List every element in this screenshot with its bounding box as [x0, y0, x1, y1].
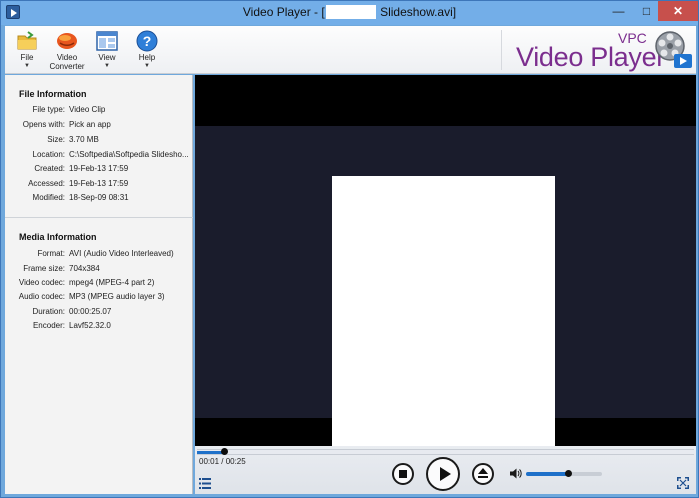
info-label: Created:: [34, 164, 65, 173]
brand-name: Video Player: [516, 42, 666, 72]
help-menu-label: Help: [138, 53, 156, 62]
info-value: MP3 (MPEG audio layer 3): [69, 292, 165, 301]
title-bar[interactable]: Video Player - [ Slideshow.avi] — □ ✕: [1, 1, 698, 25]
info-value: Video Clip: [69, 105, 106, 114]
title-prefix: Video Player - [: [242, 5, 325, 19]
video-frame: [195, 126, 696, 450]
help-menu-button[interactable]: ? Help ▼: [127, 28, 167, 72]
toolbar-separator: [501, 30, 502, 70]
video-converter-label: Video Converter: [49, 53, 85, 71]
converter-icon: [57, 33, 77, 49]
info-row: Created: 19-Feb-13 17:59: [5, 164, 193, 178]
view-menu-label: View: [98, 53, 116, 62]
info-row: Format: AVI (Audio Video Interleaved): [5, 249, 193, 263]
redacted-name: [325, 5, 376, 19]
info-label: Duration:: [32, 307, 65, 316]
folder-icon: [17, 31, 37, 50]
info-value: 3.70 MB: [69, 135, 99, 144]
info-label: Modified:: [32, 193, 65, 202]
media-info-title: Media Information: [19, 232, 97, 242]
chevron-down-icon: ▼: [144, 63, 150, 69]
info-label: Accessed:: [28, 179, 65, 188]
info-row: Duration: 00:00:25.07: [5, 307, 193, 321]
info-label: Format:: [37, 249, 65, 258]
file-menu-label: File: [20, 53, 34, 62]
file-menu-button[interactable]: File ▼: [7, 28, 47, 72]
info-label: Size:: [47, 135, 65, 144]
volume-icon[interactable]: [510, 468, 522, 479]
divider: [5, 217, 193, 218]
eject-icon: [478, 468, 488, 474]
info-label: File type:: [32, 105, 65, 114]
info-row: File type: Video Clip: [5, 105, 193, 119]
seek-bar[interactable]: [197, 448, 694, 455]
playback-controls: 00:01 / 00:25: [195, 446, 696, 494]
svg-text:?: ?: [143, 33, 152, 49]
video-display[interactable]: [195, 75, 696, 450]
info-value: Lavf52.32.0: [69, 321, 111, 330]
info-value: 00:00:25.07: [69, 307, 112, 316]
video-content: [332, 176, 555, 450]
info-label: Location:: [32, 150, 65, 159]
info-label: Encoder:: [32, 321, 65, 330]
volume-thumb[interactable]: [564, 470, 572, 477]
file-info-title: File Information: [19, 89, 87, 99]
info-panel: File Information File type: Video Clip O…: [5, 75, 193, 494]
view-icon: [96, 31, 118, 51]
info-label: Audio codec:: [18, 292, 65, 301]
volume-slider[interactable]: [526, 470, 602, 477]
info-row: Size: 3.70 MB: [5, 135, 193, 149]
minimize-button[interactable]: —: [605, 1, 632, 21]
chevron-down-icon: ▼: [24, 63, 30, 69]
info-label: Video codec:: [18, 278, 65, 287]
info-value: 19-Feb-13 17:59: [69, 179, 129, 188]
info-value: mpeg4 (MPEG-4 part 2): [69, 278, 155, 287]
info-row: Location: C:\Softpedia\Softpedia Slidesh…: [5, 150, 193, 164]
time-display: 00:01 / 00:25: [199, 457, 246, 466]
help-icon: ?: [136, 30, 158, 52]
seek-progress: [197, 451, 225, 454]
fullscreen-icon[interactable]: [677, 477, 689, 489]
info-row: Audio codec: MP3 (MPEG audio layer 3): [5, 292, 193, 306]
info-value: C:\Softpedia\Softpedia Slidesho...: [69, 150, 189, 159]
title-filename: Slideshow.avi]: [380, 5, 457, 19]
video-converter-button[interactable]: Video Converter: [47, 28, 87, 72]
info-row: Frame size: 704x384: [5, 264, 193, 278]
info-label: Opens with:: [22, 120, 65, 129]
window-title: Video Player - [ Slideshow.avi]: [1, 5, 698, 19]
close-button[interactable]: ✕: [658, 1, 698, 21]
film-reel-logo-icon: [655, 31, 692, 68]
playlist-icon[interactable]: [199, 478, 211, 489]
eject-bar: [478, 476, 488, 478]
info-row: Opens with: Pick an app: [5, 120, 193, 134]
app-window: Video Player - [ Slideshow.avi] — □ ✕ Fi…: [0, 0, 699, 498]
chevron-down-icon: ▼: [104, 63, 110, 69]
info-row: Modified: 18-Sep-09 08:31: [5, 193, 193, 207]
info-value: 19-Feb-13 17:59: [69, 164, 129, 173]
info-row: Encoder: Lavf52.32.0: [5, 321, 193, 335]
info-value: Pick an app: [69, 120, 111, 129]
info-value: 704x384: [69, 264, 100, 273]
info-row: Video codec: mpeg4 (MPEG-4 part 2): [5, 278, 193, 292]
toolbar: File ▼ Video Converter View ▼ ? Help ▼ V…: [5, 26, 696, 74]
eject-button[interactable]: [472, 463, 494, 485]
view-menu-button[interactable]: View ▼: [87, 28, 127, 72]
maximize-button[interactable]: □: [633, 1, 660, 21]
info-value: AVI (Audio Video Interleaved): [69, 249, 174, 258]
info-row: Accessed: 19-Feb-13 17:59: [5, 179, 193, 193]
volume-level: [526, 472, 568, 476]
stop-button[interactable]: [392, 463, 414, 485]
info-label: Frame size:: [23, 264, 65, 273]
seek-thumb[interactable]: [221, 448, 229, 455]
info-value: 18-Sep-09 08:31: [69, 193, 129, 202]
play-button[interactable]: [426, 457, 460, 491]
